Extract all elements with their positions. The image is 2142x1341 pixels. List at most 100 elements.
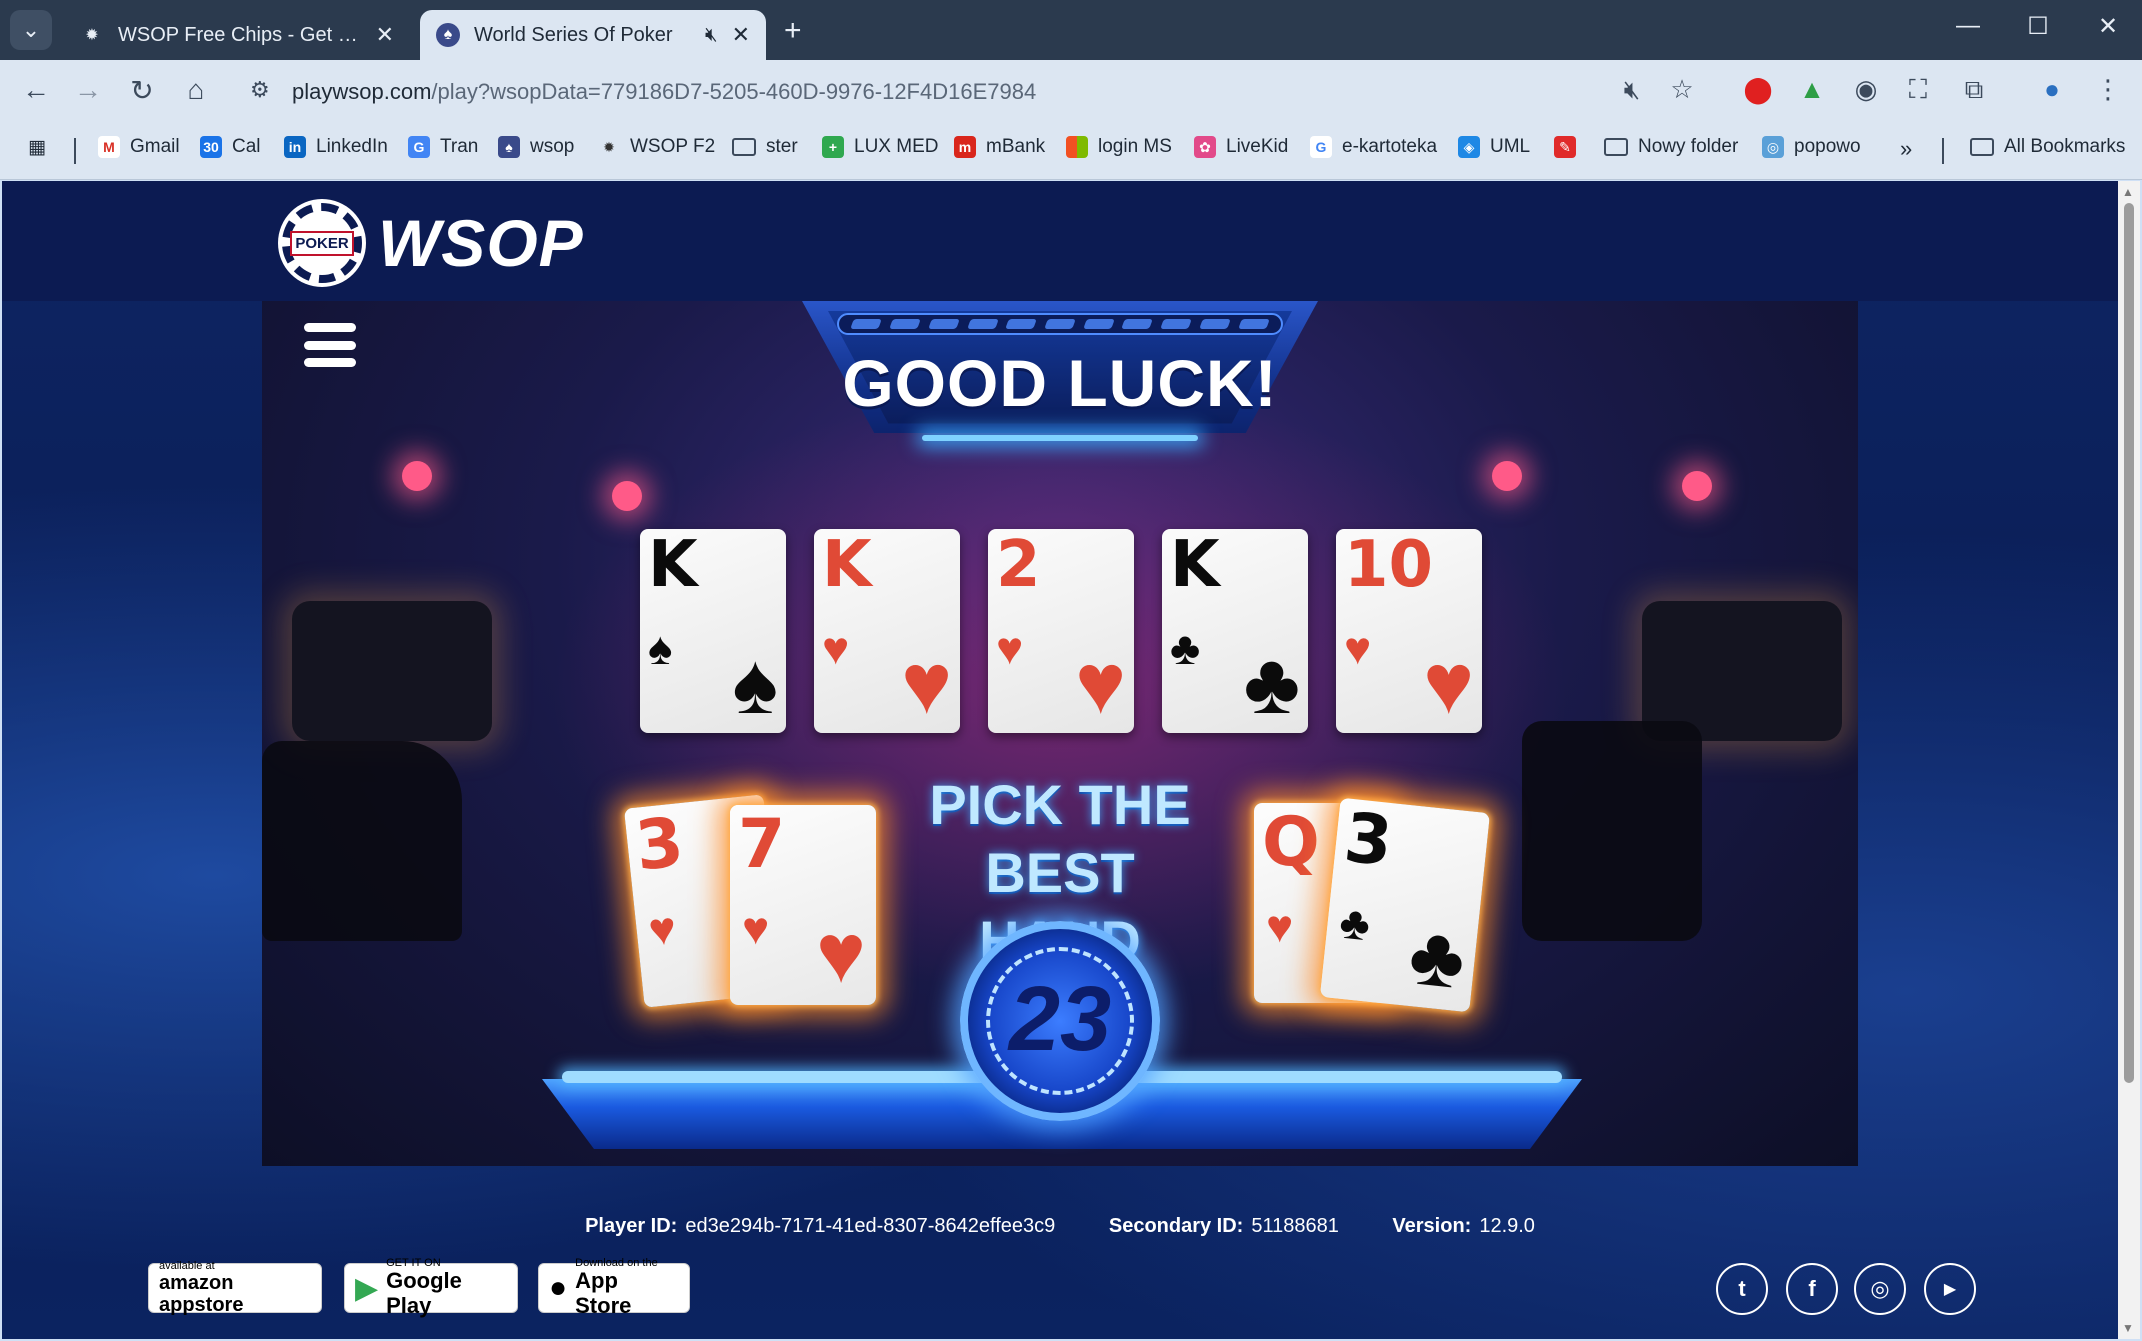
site-info-icon[interactable]: ⚙ [250,77,270,103]
extension-adblock-icon[interactable]: ⬤ [1740,74,1776,105]
bookmark-lux-med[interactable]: + LUX MED [822,136,938,158]
browser-toolbar: ← → ↻ ⌂ ⚙ playwsop.com/play?wsopData=779… [0,60,2142,122]
google-drive-icon[interactable]: ▲ [1794,74,1830,105]
bookmarks-bar: ▦ M Gmail 30 Cal in LinkedIn G Tran ♠ wsop ✹ W… [0,122,2142,180]
linkedin-icon: in [284,136,306,158]
more-bookmarks-chevron-icon[interactable]: » [1900,136,1912,162]
player-id-label: Player ID: [585,1215,678,1237]
reload-button[interactable]: ↻ [122,74,162,107]
apps-grid-icon[interactable]: ▦ [28,136,46,159]
facebook-icon[interactable]: f [1786,1263,1838,1315]
secondary-id-value: 51188681 [1251,1215,1339,1237]
background-screen [292,601,492,741]
google-play-button[interactable]: ▶ GET IT ON Google Play [344,1258,518,1317]
bookmark-gmail[interactable]: M Gmail [98,136,180,158]
banner-lights [837,313,1283,335]
livekid-icon: ✿ [1194,136,1216,158]
board-card-3: 2 ♥ ♥ [988,529,1134,733]
tab-world-series-of-poker[interactable]: ♠ World Series Of Poker 🔇︎ ✕ [420,10,766,60]
bookmark-uml[interactable]: ◈ UML [1458,136,1530,158]
maximize-button[interactable]: ☐ [2018,12,2058,41]
spade-icon: ♠ [732,636,778,732]
new-tab-button[interactable]: + [784,14,802,48]
twitter-icon[interactable]: t [1716,1263,1768,1315]
bookmark-red-logo[interactable]: ✎ [1554,136,1586,158]
browser-titlebar: ⌄ ✹ WSOP Free Chips - Get Rewards ✕ ♠ Wo… [0,0,2142,60]
bookmark-e-kartoteka[interactable]: Ge-kartoteka [1310,136,1437,158]
luxmed-icon: + [822,136,844,158]
board-card-4: K ♣ ♣ [1162,529,1308,733]
google-icon: G [1310,136,1332,158]
heart-icon: ♥ [816,906,866,1000]
bookmark-linkedin[interactable]: in LinkedIn [284,136,388,158]
youtube-icon[interactable]: ▶ [1924,1263,1976,1315]
club-icon: ♣ [1243,636,1300,732]
player-info: Player ID: ed3e294b-7171-41ed-8307-8642ef… [2,1215,2118,1238]
bookmark-login-ms[interactable]: login MS [1066,136,1172,158]
mute-site-icon[interactable]: 🔇︎ [1614,74,1650,106]
home-icon[interactable]: ⌂ [176,74,216,106]
stage-light [1492,461,1522,491]
muted-speaker-icon[interactable]: 🔇︎ [705,24,718,47]
amazon-appstore-button[interactable]: available at amazon appstore [148,1260,322,1316]
mbank-icon: m [954,136,976,158]
address-bar[interactable]: ⚙ playwsop.com/play?wsopData=779186D7-52… [236,67,1666,115]
heart-icon: ♥ [900,636,952,732]
tab-title: World Series Of Poker [474,23,673,46]
wsop-logo-text[interactable]: WSOP [378,205,584,281]
forward-button[interactable]: → [68,74,108,106]
scrollbar-thumb[interactable] [2124,203,2134,1083]
bookmark-wsop[interactable]: ♠ wsop [498,136,574,158]
instagram-icon[interactable]: ◎ [1854,1263,1906,1315]
poker-chip-logo-icon[interactable]: POKER [282,203,362,283]
all-bookmarks[interactable]: All Bookmarks [1970,136,2125,158]
tab-wsop-free-chips[interactable]: ✹ WSOP Free Chips - Get Rewards ✕ [64,10,410,60]
url-text[interactable]: playwsop.com/play?wsopData=779186D7-5205… [292,79,1036,105]
heart-icon: ♥ [646,901,679,956]
game-canvas[interactable]: GOOD LUCK! K ♠ ♠ K ♥ ♥ 2 ♥ ♥ K ♣ ♣ 10 ♥ ♥ 3 ♥ 7 ♥ ♥ [262,301,1858,1166]
club-icon: ♣ [1404,907,1470,1007]
bookmark-separator [74,138,76,164]
club-icon: ♣ [1337,895,1373,951]
gmail-icon: M [98,136,120,158]
popowo-icon: ◎ [1762,136,1784,158]
tab-title: WSOP Free Chips - Get Rewards [118,23,362,46]
bookmark-ster[interactable]: ster [732,136,798,158]
bookmark-wsop-f2[interactable]: ✹ WSOP F2 [598,136,715,158]
banner-glow [922,435,1198,441]
left-hand-card-2[interactable]: 7 ♥ ♥ [730,805,876,1005]
version-value: 12.9.0 [1479,1215,1535,1237]
wsop-icon: ♠ [436,23,460,47]
board-card-2: K ♥ ♥ [814,529,960,733]
scroll-down-icon[interactable]: ▼ [2122,1321,2134,1335]
background-screen [1642,601,1842,741]
screenshot-icon[interactable]: ⛶ [1900,74,1936,106]
app-store-button[interactable]: ● Download on the App Store [538,1258,690,1317]
bookmark-nowy-folder[interactable]: Nowy folder [1604,136,1738,158]
good-luck-banner: GOOD LUCK! [842,346,1278,420]
extensions-puzzle-icon[interactable]: ⧉ [1956,74,1992,106]
folder-icon [1604,138,1628,156]
bookmark-livekid[interactable]: ✿ LiveKid [1194,136,1288,158]
close-window-button[interactable]: ✕ [2088,12,2128,41]
bookmark-star-icon[interactable]: ☆ [1664,74,1700,105]
close-tab-icon[interactable]: ✕ [376,22,394,48]
back-button[interactable]: ← [16,74,56,106]
minimize-button[interactable]: — [1948,12,1988,40]
close-tab-icon[interactable]: ✕ [732,22,750,48]
page-scrollbar[interactable]: ▲ ▼ [2118,181,2140,1339]
right-hand-card-2[interactable]: 3 ♣ ♣ [1319,797,1491,1013]
bookmark-popowo[interactable]: ◎ popowo [1762,136,1861,158]
tab-search-button[interactable]: ⌄ [10,10,52,50]
bookmark-cal[interactable]: 30 Cal [200,136,261,158]
extension-icon[interactable]: ◉ [1848,74,1884,105]
profile-avatar[interactable]: ● [2034,74,2070,105]
menu-dots-icon[interactable]: ⋮ [2090,74,2126,105]
heart-icon: ♥ [742,902,770,954]
site-header: POKER WSOP [2,181,2118,301]
hamburger-menu-icon[interactable] [304,323,356,367]
google-play-icon: ▶ [355,1271,379,1305]
bookmark-tran[interactable]: G Tran [408,136,478,158]
bookmark-mbank[interactable]: m mBank [954,136,1045,158]
scroll-up-icon[interactable]: ▲ [2122,185,2134,199]
